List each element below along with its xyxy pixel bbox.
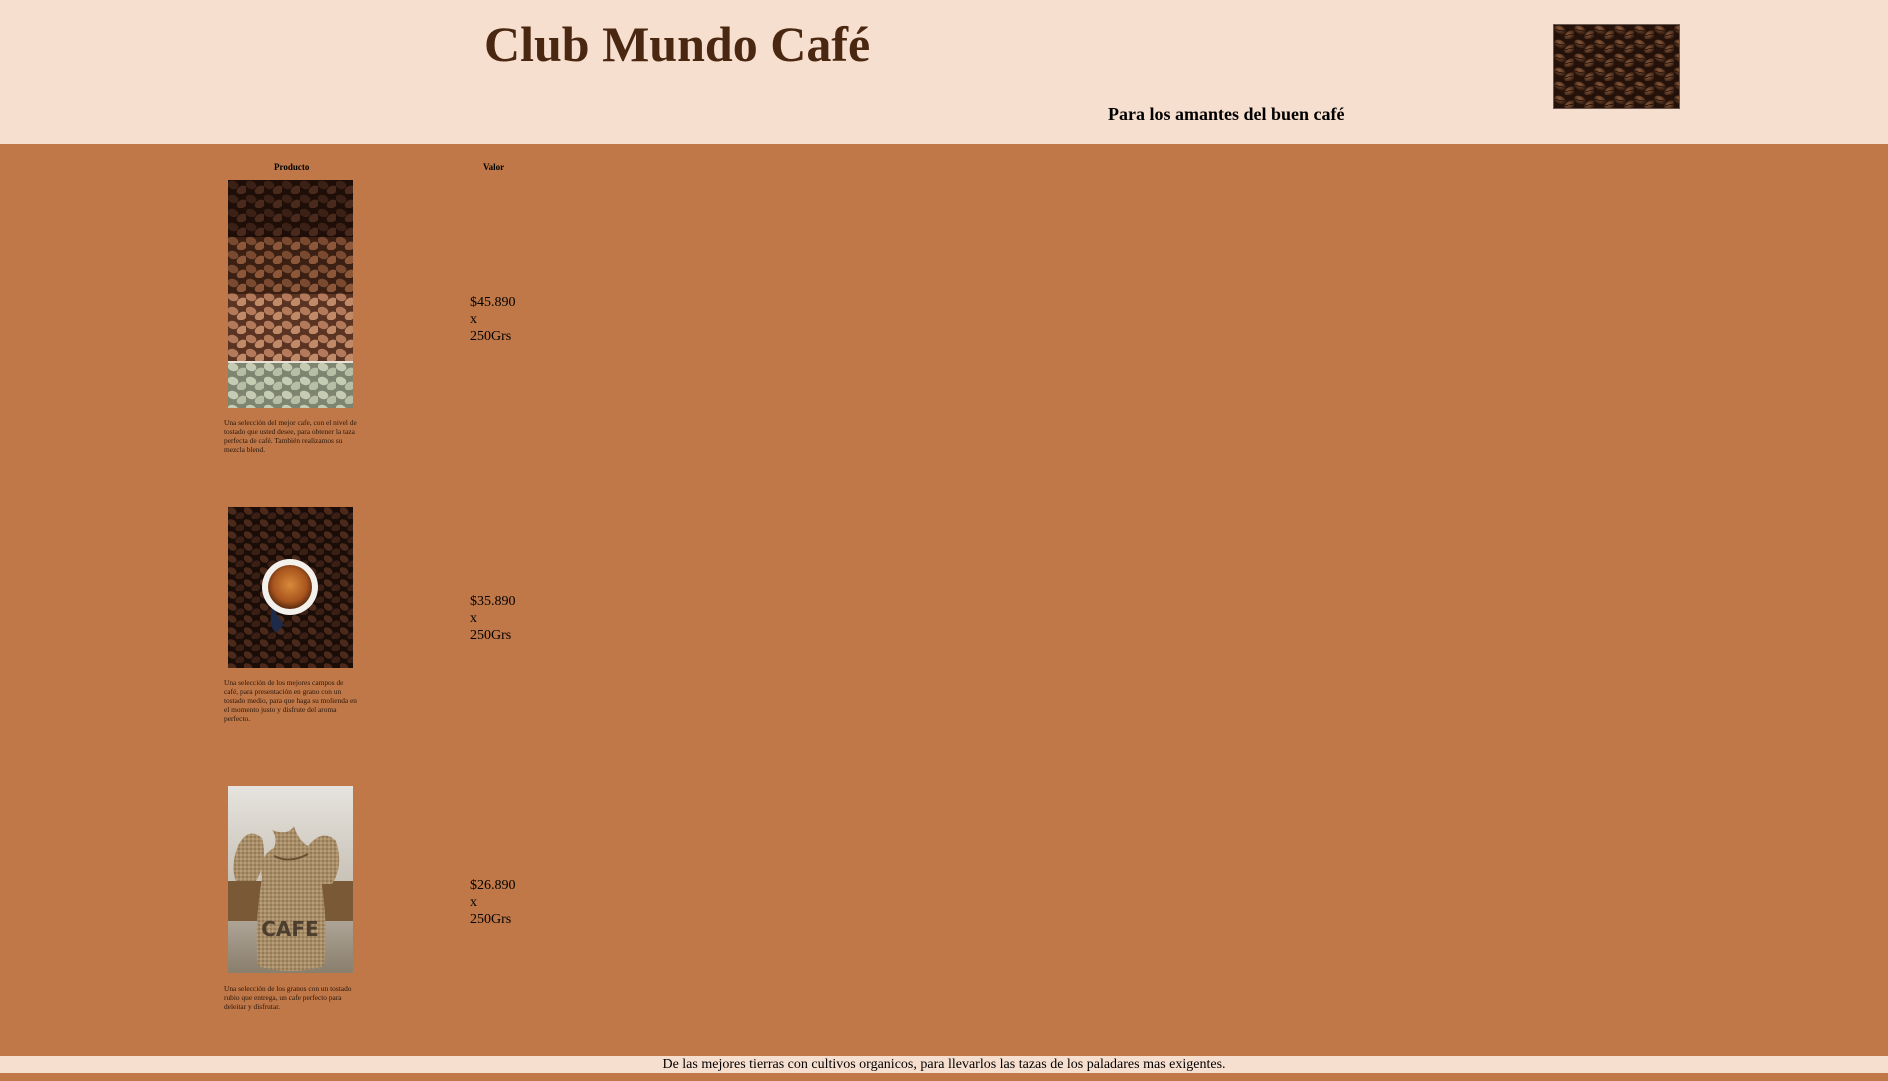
product-price: $45.890 x 250Grs [470, 294, 516, 345]
price-unit: 250Grs [470, 628, 512, 643]
espresso-cup-on-beans-image [228, 507, 353, 668]
site-title: Club Mundo Café [484, 16, 871, 72]
site-tagline: Para los amantes del buen café [1108, 104, 1345, 124]
price-amount: $26.890 [470, 878, 516, 893]
site-header: Club Mundo Café Para los amantes del bue… [0, 0, 1888, 144]
price-separator: x [470, 611, 477, 626]
price-separator: x [470, 895, 477, 910]
price-amount: $35.890 [470, 594, 516, 609]
roast-levels-beans-image [228, 180, 353, 408]
price-separator: x [470, 312, 477, 327]
value-column-header: Valor [483, 162, 505, 172]
product-column-header: Producto [274, 162, 310, 172]
price-amount: $45.890 [470, 295, 516, 310]
product-price: $35.890 x 250Grs [470, 593, 516, 644]
product-description: Una selección del mejor cafe, con el niv… [224, 418, 357, 454]
bottom-strip [0, 1073, 1888, 1081]
svg-text:CAFE: CAFE [261, 917, 318, 941]
coffee-beans-image [1553, 24, 1680, 109]
product-description: Una selección de los mejores campos de c… [224, 678, 357, 723]
site-footer: De las mejores tierras con cultivos orga… [0, 1056, 1888, 1073]
burlap-cafe-sack-image: CAFE [228, 786, 353, 973]
price-unit: 250Grs [470, 912, 512, 927]
price-unit: 250Grs [470, 329, 512, 344]
product-description: Una selección de los granos con un tosta… [224, 984, 352, 1011]
product-price: $26.890 x 250Grs [470, 877, 516, 928]
products-section: Producto Valor Una selección del mejor c… [0, 144, 1888, 1056]
